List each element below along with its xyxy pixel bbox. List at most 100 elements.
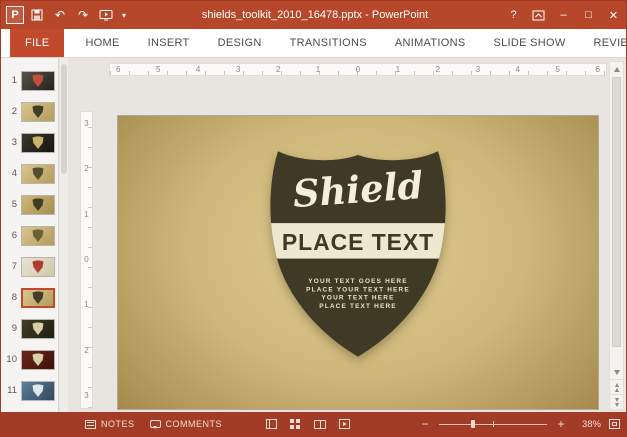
vertical-scrollbar[interactable]: [609, 61, 624, 410]
slide-thumbnail-row[interactable]: 3: [1, 130, 58, 155]
slide-number: 10: [6, 354, 17, 365]
ruler-number: 1: [84, 209, 89, 219]
title-bar: P ↶ ↷ ▾ shields_toolkit_2010_16478.pptx …: [1, 1, 626, 29]
shield-script-title[interactable]: Shield: [291, 163, 424, 216]
ribbon-tab[interactable]: HOME: [71, 29, 133, 57]
vertical-ruler: 3 2 1 0 1 2 3: [80, 111, 93, 409]
powerpoint-logo-icon[interactable]: P: [6, 6, 24, 24]
slide-number: 4: [11, 168, 17, 179]
next-slide-icon[interactable]: [610, 394, 623, 409]
slide-thumbnail[interactable]: [21, 163, 55, 184]
ribbon-display-options-icon[interactable]: [526, 1, 551, 29]
slide-thumbnail[interactable]: [21, 70, 55, 91]
ruler-number: 1: [395, 64, 401, 74]
body-text-line[interactable]: YOUR TEXT HERE: [321, 295, 394, 302]
scrollbar-thumb[interactable]: [612, 77, 621, 347]
quick-access-dropdown-icon[interactable]: ▾: [119, 4, 129, 26]
slideshow-view-icon[interactable]: [339, 419, 351, 429]
window-title: shields_toolkit_2010_16478.pptx - PowerP…: [201, 9, 429, 21]
slide-number: 11: [7, 385, 17, 396]
mini-shield-icon: [32, 198, 44, 211]
scroll-down-icon[interactable]: [610, 365, 623, 379]
slide-thumbnail[interactable]: [21, 349, 55, 370]
body-text-line[interactable]: PLACE TEXT HERE: [319, 303, 397, 310]
zoom-slider-center-tick: [493, 421, 494, 427]
ruler-number: 1: [84, 300, 89, 310]
ribbon-tab[interactable]: DESIGN: [204, 29, 276, 57]
normal-view-icon[interactable]: [266, 419, 278, 429]
mini-shield-icon: [32, 353, 44, 366]
slide-thumbnail-row[interactable]: 9: [1, 316, 58, 341]
slide-thumbnail-row[interactable]: 4: [1, 161, 58, 186]
ribbon-tab[interactable]: ANIMATIONS: [381, 29, 480, 57]
slide-number: 3: [11, 137, 17, 148]
slide-sorter-view-icon[interactable]: [290, 419, 302, 429]
powerpoint-window: P ↶ ↷ ▾ shields_toolkit_2010_16478.pptx …: [0, 0, 627, 437]
zoom-out-icon[interactable]: −: [419, 418, 431, 430]
slide-thumbnail[interactable]: [21, 318, 55, 339]
reading-view-icon[interactable]: [314, 419, 327, 429]
undo-icon[interactable]: ↶: [50, 4, 70, 26]
slide-thumbnail-row[interactable]: 7: [1, 254, 58, 279]
ruler-number: 3: [84, 119, 89, 128]
slide-thumbnail-row[interactable]: 6: [1, 223, 58, 248]
slide-number: 5: [11, 199, 17, 210]
ribbon-tab[interactable]: INSERT: [134, 29, 204, 57]
slide-canvas[interactable]: Shield PLACE TEXT YOUR TEXT GOES HERE PL…: [118, 116, 598, 409]
ribbon-tab[interactable]: TRANSITIONS: [276, 29, 381, 57]
mini-shield-icon: [32, 167, 44, 180]
ruler-number: 1: [315, 64, 321, 74]
start-slideshow-icon[interactable]: [96, 4, 116, 26]
redo-icon[interactable]: ↷: [73, 4, 93, 26]
slide-number: 1: [11, 75, 17, 86]
shield-graphic[interactable]: Shield PLACE TEXT YOUR TEXT GOES HERE PL…: [266, 141, 450, 365]
close-icon[interactable]: ✕: [601, 1, 626, 29]
slide-number: 9: [11, 323, 17, 334]
scroll-up-icon[interactable]: [610, 62, 623, 76]
body-text-line[interactable]: YOUR TEXT GOES HERE: [308, 278, 407, 285]
tab-file[interactable]: FILE: [10, 29, 65, 57]
zoom-slider-handle[interactable]: [471, 420, 476, 428]
slide-thumbnail[interactable]: [21, 225, 55, 246]
maximize-icon[interactable]: □: [576, 1, 601, 29]
ribbon-tab[interactable]: REVIEW: [580, 29, 626, 57]
ribbon-tab[interactable]: SLIDE SHOW: [479, 29, 579, 57]
slide-thumbnail-row[interactable]: 10: [1, 347, 58, 372]
notes-button[interactable]: NOTES: [85, 419, 135, 429]
ruler-number: 6: [595, 64, 600, 74]
slide-thumbnail[interactable]: [21, 194, 55, 215]
slide-thumbnail-row[interactable]: 1: [1, 68, 58, 93]
comments-button[interactable]: COMMENTS: [149, 419, 223, 429]
zoom-slider[interactable]: [439, 419, 547, 429]
slide-thumbnail-row[interactable]: 5: [1, 192, 58, 217]
mini-shield-icon: [32, 136, 44, 149]
slide-thumbnail[interactable]: [21, 287, 55, 308]
slide-thumbnail[interactable]: [21, 132, 55, 153]
minimize-icon[interactable]: –: [551, 1, 576, 29]
help-icon[interactable]: ?: [501, 1, 526, 29]
body-text-line[interactable]: PLACE YOUR TEXT HERE: [306, 286, 410, 293]
ruler-number: 0: [355, 64, 361, 74]
ruler-number: 2: [84, 164, 89, 174]
slide-thumbnail[interactable]: [21, 101, 55, 122]
fit-slide-to-window-icon[interactable]: [609, 419, 620, 429]
save-icon[interactable]: [27, 4, 47, 26]
slide-thumbnail-row[interactable]: 11: [1, 378, 58, 403]
slide-thumbnail[interactable]: [21, 256, 55, 277]
thumbnail-panel-scrollbar-thumb[interactable]: [61, 64, 67, 174]
ribbon-display-options-glyph: [532, 10, 545, 20]
previous-slide-icon[interactable]: [610, 379, 623, 394]
ribbon-tab-bar: FILE HOME INSERT DESIGN TRANSITIONS ANIM…: [1, 29, 626, 58]
ruler-number: 2: [275, 64, 281, 74]
slide-thumbnail-row[interactable]: 2: [1, 99, 58, 124]
slide-thumbnail[interactable]: [21, 380, 55, 401]
zoom-controls: − + 38%: [419, 418, 620, 430]
zoom-in-icon[interactable]: +: [555, 418, 567, 430]
zoom-level[interactable]: 38%: [575, 419, 601, 430]
slide-thumbnail-row[interactable]: 8: [1, 285, 58, 310]
thumbnail-panel-scrollbar[interactable]: [60, 58, 68, 412]
ruler-number: 3: [235, 64, 241, 74]
place-text-heading[interactable]: PLACE TEXT: [282, 229, 434, 255]
save-icon-glyph: [31, 9, 43, 21]
horizontal-ruler: 6 5 4 3 2 1 0 1 2 3 4 5 6: [109, 63, 607, 76]
